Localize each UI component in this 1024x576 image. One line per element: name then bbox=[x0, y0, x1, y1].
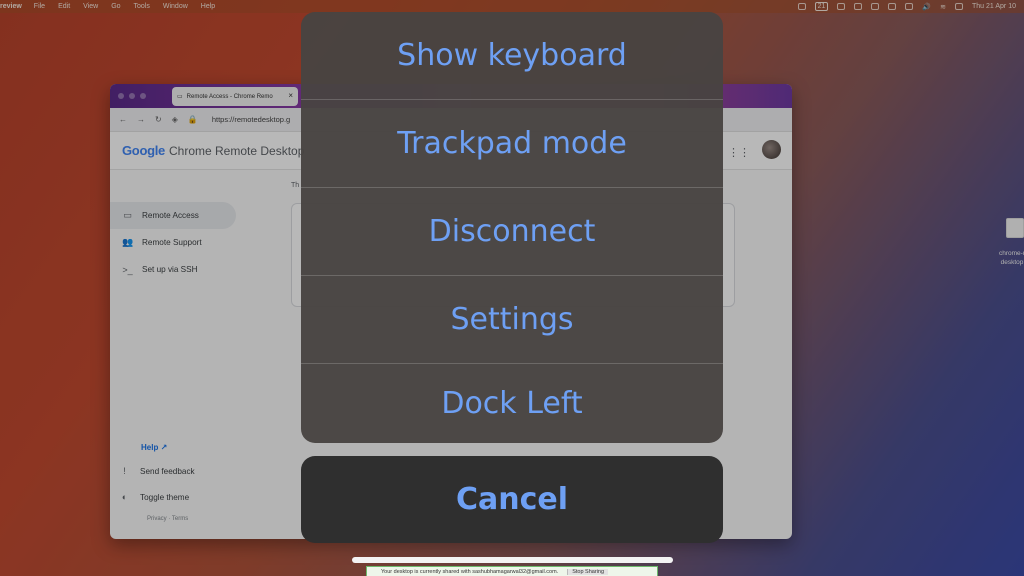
trackpad-mode-button[interactable]: Trackpad mode bbox=[301, 100, 723, 188]
cancel-button[interactable]: Cancel bbox=[301, 456, 723, 543]
stop-sharing-button[interactable]: Stop Sharing bbox=[567, 568, 609, 575]
sharing-notification-bar: Your desktop is currently shared with sa… bbox=[366, 566, 658, 576]
show-keyboard-button[interactable]: Show keyboard bbox=[301, 12, 723, 100]
dock-left-button[interactable]: Dock Left bbox=[301, 364, 723, 443]
sharing-message: Your desktop is currently shared with sa… bbox=[381, 568, 559, 575]
home-indicator[interactable] bbox=[352, 557, 673, 563]
settings-button[interactable]: Settings bbox=[301, 276, 723, 364]
action-sheet: Show keyboard Trackpad mode Disconnect S… bbox=[301, 12, 723, 443]
disconnect-button[interactable]: Disconnect bbox=[301, 188, 723, 276]
